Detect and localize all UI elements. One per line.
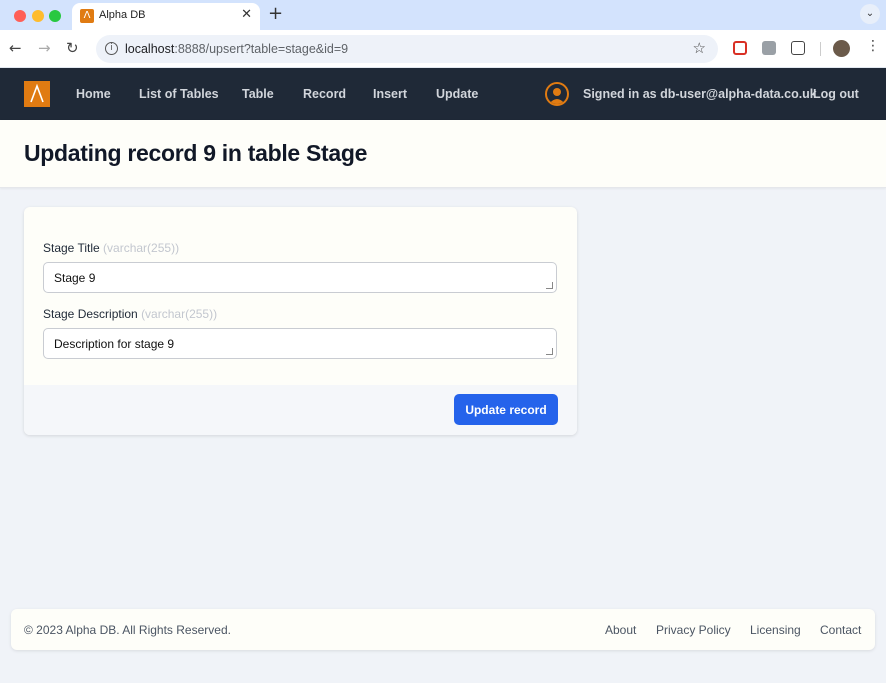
minimize-window-icon[interactable]	[32, 10, 44, 22]
nav-list-of-tables[interactable]: List of Tables	[139, 87, 219, 101]
maximize-window-icon[interactable]	[49, 10, 61, 22]
browser-toolbar: ← → ↻ i localhost:8888/upsert?table=stag…	[0, 30, 886, 68]
browser-menu-icon[interactable]: ⋮	[866, 38, 880, 54]
site-info-icon[interactable]: i	[105, 42, 118, 55]
footer-link-licensing[interactable]: Licensing	[750, 623, 801, 637]
reload-icon[interactable]: ↻	[66, 39, 79, 57]
user-avatar-icon[interactable]	[545, 82, 569, 106]
back-arrow-icon[interactable]: ←	[9, 39, 22, 57]
stage-description-input[interactable]: Description for stage 9	[43, 328, 557, 359]
browser-profile-avatar[interactable]	[833, 40, 850, 57]
footer-link-privacy-policy[interactable]: Privacy Policy	[656, 623, 731, 637]
tab-title: Alpha DB	[99, 9, 146, 21]
nav-update[interactable]: Update	[436, 87, 478, 101]
signed-in-text: Signed in as db-user@alpha-data.co.uk	[583, 87, 817, 101]
toolbar-divider	[820, 42, 821, 56]
extension-icon[interactable]	[762, 41, 776, 55]
nav-insert[interactable]: Insert	[373, 87, 407, 101]
logout-link[interactable]: Log out	[813, 87, 859, 101]
footer-link-contact[interactable]: Contact	[820, 623, 861, 637]
browser-tab[interactable]: Λ Alpha DB ✕	[72, 3, 260, 30]
nav-table[interactable]: Table	[242, 87, 274, 101]
close-window-icon[interactable]	[14, 10, 26, 22]
form-actions: Update record	[24, 385, 577, 435]
gmail-extension-icon[interactable]	[733, 41, 747, 55]
stage-title-input[interactable]: Stage 9	[43, 262, 557, 293]
update-record-button[interactable]: Update record	[454, 394, 558, 425]
update-form-card: Stage Title (varchar(255)) Stage 9 Stage…	[24, 207, 577, 435]
stage-title-type: (varchar(255))	[103, 241, 180, 255]
page-header: Updating record 9 in table Stage	[0, 120, 886, 188]
forward-arrow-icon[interactable]: →	[38, 39, 51, 57]
bookmark-star-icon[interactable]: ☆	[693, 39, 706, 57]
page-title: Updating record 9 in table Stage	[24, 140, 368, 166]
url-text[interactable]: localhost:8888/upsert?table=stage&id=9	[125, 42, 348, 56]
alpha-logo-icon: Λ	[80, 9, 94, 23]
page-footer: © 2023 Alpha DB. All Rights Reserved. Ab…	[11, 609, 875, 650]
browser-tab-bar: Λ Alpha DB ✕ + ⌄	[0, 0, 886, 30]
nav-home[interactable]: Home	[76, 87, 111, 101]
extensions-puzzle-icon[interactable]	[791, 41, 805, 55]
resize-handle-icon[interactable]	[546, 348, 553, 355]
address-bar[interactable]: i localhost:8888/upsert?table=stage&id=9…	[96, 35, 718, 63]
footer-link-about[interactable]: About	[605, 623, 636, 637]
stage-description-type: (varchar(255))	[141, 307, 218, 321]
nav-record[interactable]: Record	[303, 87, 346, 101]
alpha-logo-icon[interactable]	[24, 81, 50, 107]
stage-title-label: Stage Title (varchar(255))	[43, 241, 180, 255]
resize-handle-icon[interactable]	[546, 282, 553, 289]
copyright-text: © 2023 Alpha DB. All Rights Reserved.	[24, 623, 231, 637]
app-navbar: Home List of Tables Table Record Insert …	[0, 68, 886, 120]
new-tab-icon[interactable]: +	[268, 3, 283, 24]
tab-close-icon[interactable]: ✕	[241, 7, 252, 22]
tab-search-icon[interactable]: ⌄	[860, 4, 880, 24]
stage-description-label: Stage Description (varchar(255))	[43, 307, 218, 321]
